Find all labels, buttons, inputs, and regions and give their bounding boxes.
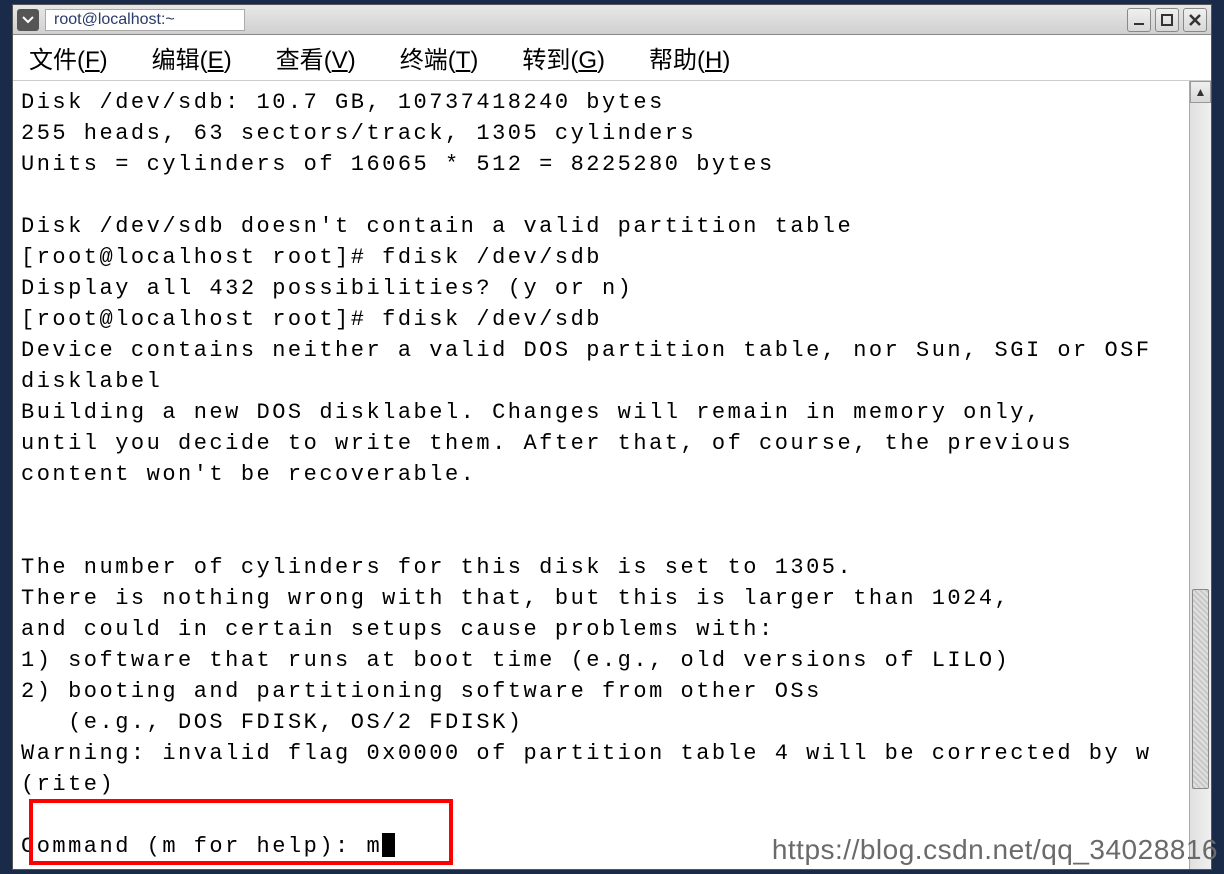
titlebar-left: root@localhost:~ bbox=[17, 9, 1127, 31]
watermark: https://blog.csdn.net/qq_34028816 bbox=[772, 834, 1218, 866]
titlebar: root@localhost:~ bbox=[13, 5, 1211, 35]
menu-go[interactable]: 转到(G) bbox=[522, 40, 605, 75]
window-menu-icon[interactable] bbox=[17, 9, 39, 31]
menu-view[interactable]: 查看(V) bbox=[276, 40, 356, 75]
scroll-up-icon[interactable]: ▲ bbox=[1190, 81, 1211, 103]
menu-help[interactable]: 帮助(H) bbox=[649, 40, 730, 75]
close-button[interactable] bbox=[1183, 8, 1207, 32]
menu-terminal[interactable]: 终端(T) bbox=[400, 40, 479, 75]
menu-edit[interactable]: 编辑(E) bbox=[152, 40, 232, 75]
content-area: Disk /dev/sdb: 10.7 GB, 10737418240 byte… bbox=[13, 81, 1211, 869]
terminal-output[interactable]: Disk /dev/sdb: 10.7 GB, 10737418240 byte… bbox=[13, 81, 1189, 869]
menubar: 文件(F) 编辑(E) 查看(V) 终端(T) 转到(G) 帮助(H) bbox=[13, 35, 1211, 81]
window-controls bbox=[1127, 8, 1207, 32]
menu-file[interactable]: 文件(F) bbox=[29, 40, 108, 75]
scrollbar[interactable]: ▲ bbox=[1189, 81, 1211, 869]
minimize-button[interactable] bbox=[1127, 8, 1151, 32]
window-title: root@localhost:~ bbox=[45, 9, 245, 31]
maximize-button[interactable] bbox=[1155, 8, 1179, 32]
cursor-icon bbox=[382, 833, 395, 857]
terminal-window: root@localhost:~ 文件(F) 编辑(E) 查看(V) 终端(T)… bbox=[12, 4, 1212, 870]
scroll-thumb[interactable] bbox=[1192, 589, 1209, 789]
